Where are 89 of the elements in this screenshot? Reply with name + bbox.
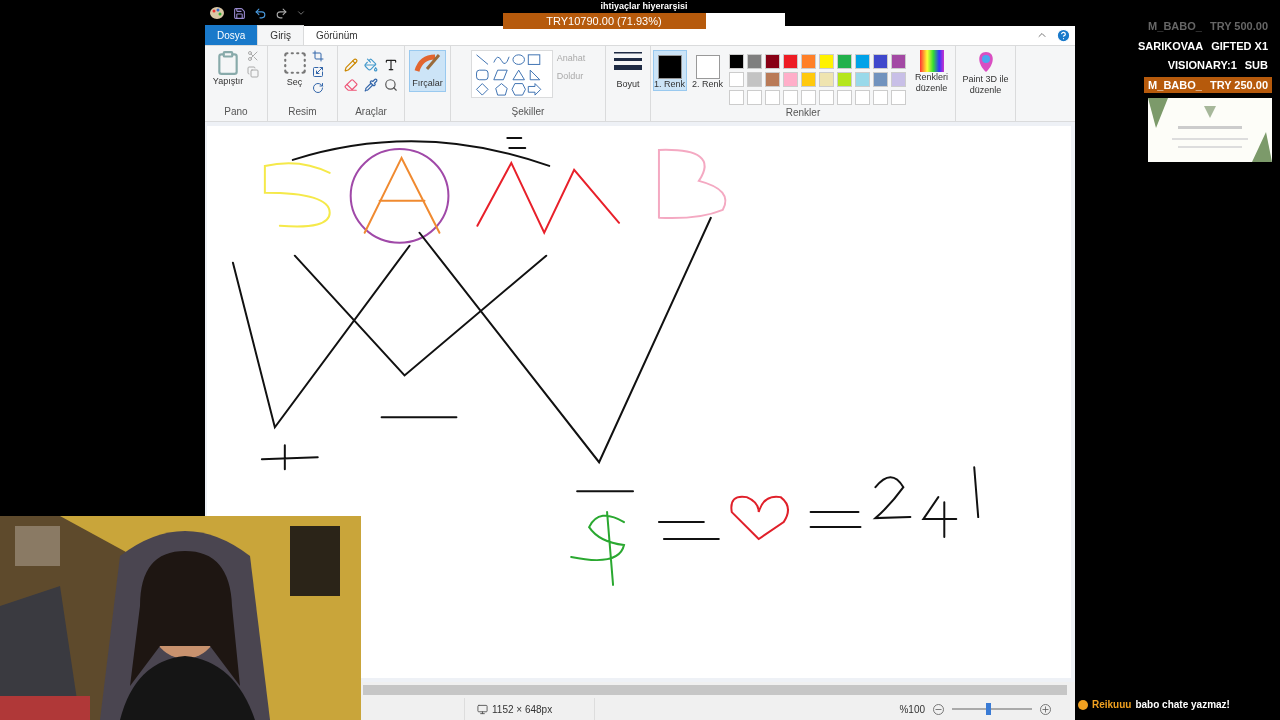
paste-icon[interactable] <box>215 50 241 76</box>
text-icon[interactable] <box>384 58 398 72</box>
resize-icon[interactable] <box>311 66 324 78</box>
zoom-slider-thumb[interactable] <box>985 703 991 715</box>
alert-detail: TRY 250.00 <box>1209 77 1268 93</box>
alert-detail: GIFTED X1 <box>1211 38 1268 54</box>
color-swatch[interactable] <box>800 72 816 87</box>
palette-icon[interactable] <box>209 6 225 20</box>
avatar-icon <box>1078 699 1088 710</box>
color-swatch[interactable] <box>746 72 762 87</box>
shapes-gallery[interactable] <box>470 50 553 98</box>
pencil-icon[interactable] <box>344 58 358 72</box>
picker-icon[interactable] <box>364 78 378 92</box>
color-swatch[interactable] <box>872 54 888 69</box>
crop-icon[interactable] <box>311 50 324 62</box>
paste-button[interactable]: Yapıştır <box>212 76 244 88</box>
color-swatch[interactable] <box>872 72 888 87</box>
color-swatch[interactable] <box>890 72 906 87</box>
empty-swatch[interactable] <box>854 90 870 105</box>
color-swatch[interactable] <box>818 54 834 69</box>
edit-colors-button[interactable]: Renkleri düzenle <box>909 72 954 95</box>
cut-icon[interactable] <box>247 50 260 62</box>
color-swatch[interactable] <box>746 54 762 69</box>
group-label: Araçlar <box>354 105 388 119</box>
canvas[interactable] <box>207 126 1071 678</box>
fill-icon[interactable] <box>364 58 378 72</box>
color-slot[interactable]: 2. Renk <box>690 50 725 92</box>
select-button[interactable]: Seç <box>286 76 303 90</box>
ribbon-tab[interactable]: Giriş <box>257 25 304 45</box>
alert-name: M_BABO_ <box>1148 77 1202 93</box>
color-slot[interactable]: 1. Renk <box>652 50 687 92</box>
empty-swatch[interactable] <box>764 90 780 105</box>
magnifier-icon[interactable] <box>384 78 398 92</box>
brushes-button[interactable]: Fırçalar <box>409 50 446 92</box>
color-swatch[interactable] <box>782 54 798 69</box>
empty-swatch[interactable] <box>836 90 852 105</box>
goal-amount: TRY10790.00 (71.93%) <box>545 14 663 29</box>
group-label: Resim <box>287 105 318 119</box>
color-swatch[interactable] <box>836 54 852 69</box>
chat-text: babo chate yazmaz! <box>1135 698 1230 712</box>
alert-name: VISIONARY:1 <box>1167 58 1237 73</box>
rotate-icon[interactable] <box>311 82 324 94</box>
color-swatch[interactable] <box>728 72 744 87</box>
color-swatch[interactable] <box>728 54 744 69</box>
alert-detail: SUB <box>1244 58 1268 73</box>
color-swatch[interactable] <box>800 54 816 69</box>
redo-icon[interactable] <box>275 6 288 20</box>
empty-swatch[interactable] <box>872 90 888 105</box>
copy-icon[interactable] <box>247 66 260 78</box>
empty-swatch[interactable] <box>818 90 834 105</box>
chat-user: Reikuuu <box>1092 698 1132 712</box>
color-swatch[interactable] <box>854 54 870 69</box>
empty-swatch[interactable] <box>728 90 744 105</box>
alert-name: SARIKOVAA <box>1137 38 1204 54</box>
group-label: Şekiller <box>510 105 546 119</box>
help-icon[interactable] <box>1056 28 1071 43</box>
paint3d-button[interactable]: Paint 3D ile düzenle <box>956 74 1015 97</box>
alert-name: M_BABO_ <box>1148 19 1202 34</box>
empty-swatch[interactable] <box>890 90 906 105</box>
group-label: Renkler <box>784 106 822 120</box>
eraser-icon[interactable] <box>344 78 358 92</box>
save-icon[interactable] <box>233 6 246 20</box>
fill-label: Doldur <box>556 69 585 83</box>
canvas-size: 1152 × 648px <box>492 702 553 717</box>
alert-detail: TRY 500.00 <box>1209 19 1268 34</box>
goal-title: ihtiyaçlar hiyerarşisi <box>600 0 688 13</box>
color-swatch[interactable] <box>836 72 852 87</box>
outline-label: Anahat <box>556 52 586 65</box>
horizontal-scrollbar[interactable] <box>363 685 1067 695</box>
color-swatch[interactable] <box>764 72 780 87</box>
color-swatch[interactable] <box>854 72 870 87</box>
empty-swatch[interactable] <box>800 90 816 105</box>
canvas-size-icon <box>477 703 488 715</box>
undo-icon[interactable] <box>254 6 267 20</box>
zoom-level: %100 <box>899 702 925 717</box>
ribbon-tab[interactable]: Dosya <box>205 25 258 45</box>
customize-icon[interactable] <box>296 8 306 18</box>
ribbon-tab[interactable]: Görünüm <box>303 25 370 45</box>
spectrum-icon[interactable] <box>919 50 944 72</box>
group-label: Pano <box>223 105 249 119</box>
empty-swatch[interactable] <box>746 90 762 105</box>
color-swatch[interactable] <box>818 72 834 87</box>
color-swatch[interactable] <box>782 72 798 87</box>
empty-swatch[interactable] <box>782 90 798 105</box>
color-swatch[interactable] <box>764 54 780 69</box>
color-swatch[interactable] <box>890 54 906 69</box>
size-button[interactable]: Boyut <box>616 78 640 92</box>
zoom-in-icon[interactable] <box>1040 703 1051 715</box>
select-icon[interactable] <box>281 50 308 76</box>
